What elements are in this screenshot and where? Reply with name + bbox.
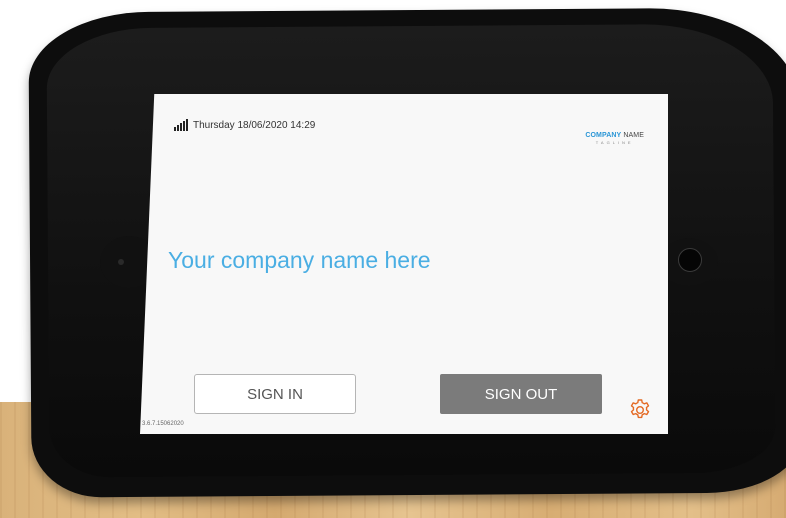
- home-button[interactable]: [678, 248, 702, 272]
- version-label: 3.6.7.15062020: [142, 421, 184, 427]
- logo-company-text: COMPANY: [585, 132, 622, 139]
- sign-out-button[interactable]: SIGN OUT: [440, 374, 602, 414]
- status-bar: Thursday 18/06/2020 14:29: [174, 119, 315, 131]
- kiosk-screen: Thursday 18/06/2020 14:29 COMPANY NAME T…: [140, 94, 668, 434]
- camera-dot: [118, 259, 124, 265]
- gear-icon[interactable]: [628, 398, 652, 422]
- sign-in-button[interactable]: SIGN IN: [194, 374, 356, 414]
- datetime-label: Thursday 18/06/2020 14:29: [193, 119, 316, 131]
- logo-tagline: TAGLINE: [595, 140, 634, 145]
- signal-strength-icon: [174, 119, 188, 131]
- logo-name-text: NAME: [621, 132, 644, 139]
- company-name-heading: Your company name here: [168, 247, 431, 273]
- company-logo: COMPANY NAME TAGLINE: [585, 132, 644, 145]
